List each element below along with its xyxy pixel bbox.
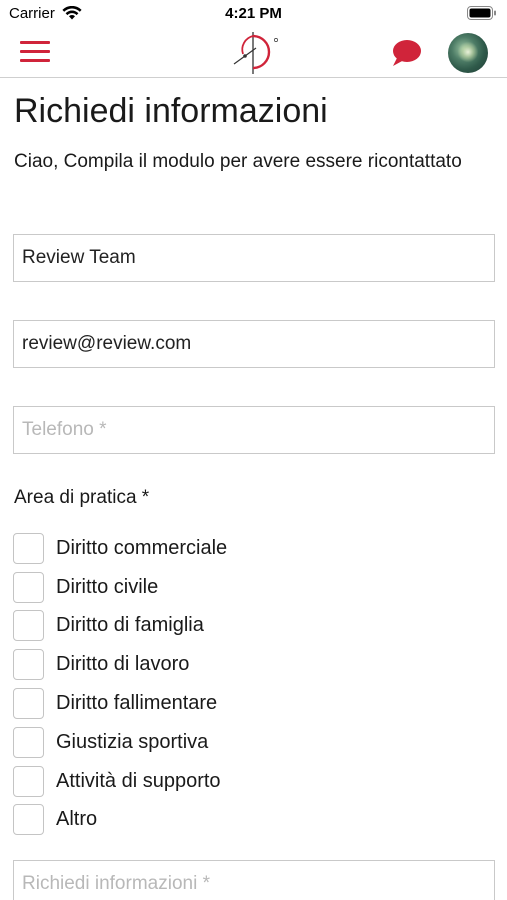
avatar[interactable]	[448, 33, 488, 73]
checkbox-altro[interactable]: Altro	[13, 801, 227, 840]
phone-field[interactable]	[13, 406, 495, 454]
checkbox[interactable]	[13, 726, 44, 758]
chat-bubble-icon[interactable]	[390, 38, 422, 68]
checkbox-label: Giustizia sportiva	[56, 730, 209, 753]
checkbox[interactable]	[13, 532, 44, 564]
info-request-field[interactable]	[13, 860, 495, 900]
checkbox-label: Diritto di famiglia	[56, 614, 204, 637]
checkbox-attivita-di-supporto[interactable]: Attività di supporto	[13, 762, 227, 801]
checkbox[interactable]	[13, 571, 44, 603]
page-subtitle: Ciao, Compila il modulo per avere essere…	[14, 151, 462, 172]
checkbox[interactable]	[13, 765, 44, 797]
practice-area-label: Area di pratica *	[14, 487, 150, 508]
checkbox[interactable]	[13, 804, 44, 836]
checkbox-label: Diritto fallimentare	[56, 692, 218, 715]
email-field[interactable]	[13, 320, 495, 368]
checkbox-diritto-di-lavoro[interactable]: Diritto di lavoro	[13, 645, 227, 684]
checkbox-diritto-civile[interactable]: Diritto civile	[13, 568, 227, 607]
checkbox[interactable]	[13, 649, 44, 681]
checkbox[interactable]	[13, 610, 44, 642]
name-field[interactable]	[13, 234, 495, 282]
checkbox-label: Diritto commerciale	[56, 536, 228, 559]
battery-icon	[467, 6, 496, 20]
checkbox[interactable]	[13, 688, 44, 720]
checkbox-label: Diritto di lavoro	[56, 653, 190, 676]
checkbox-label: Attività di supporto	[56, 769, 221, 792]
nav-bar	[0, 28, 507, 78]
checkbox-diritto-fallimentare[interactable]: Diritto fallimentare	[13, 684, 227, 723]
checkbox-diritto-di-famiglia[interactable]: Diritto di famiglia	[13, 607, 227, 646]
checkbox-label: Diritto civile	[56, 575, 159, 598]
hamburger-menu-icon[interactable]	[20, 41, 50, 65]
checkbox-label: Altro	[56, 808, 98, 831]
status-time: 4:21 PM	[225, 5, 282, 22]
checkbox-giustizia-sportiva[interactable]: Giustizia sportiva	[13, 723, 227, 762]
brand-logo-icon	[233, 32, 278, 74]
checkbox-diritto-commerciale[interactable]: Diritto commerciale	[13, 529, 227, 568]
status-bar: Carrier 4:21 PM	[0, 0, 507, 28]
page-title: Richiedi informazioni	[14, 92, 328, 130]
practice-area-list: Diritto commerciale Diritto civile Dirit…	[13, 529, 227, 839]
